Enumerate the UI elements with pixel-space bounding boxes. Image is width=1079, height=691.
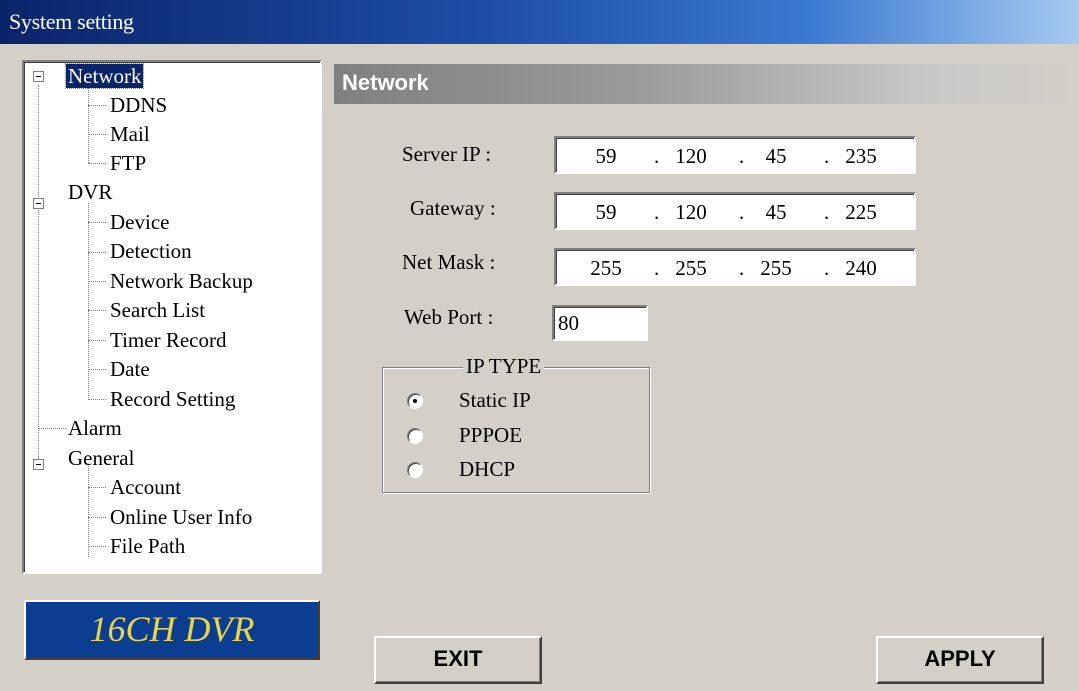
tree-line: [88, 464, 89, 557]
ip-octet[interactable]: 45: [746, 200, 806, 225]
ip-separator: .: [654, 200, 660, 224]
tree-item-ftp[interactable]: FTP: [110, 151, 146, 175]
ip-separator: .: [739, 256, 745, 280]
pppoe-label[interactable]: PPPOE: [459, 423, 522, 448]
ip-octet[interactable]: 120: [661, 200, 721, 225]
apply-button[interactable]: APPLY: [876, 636, 1044, 684]
tree-item-network-backup[interactable]: Network Backup: [110, 269, 253, 293]
section-title: Network: [342, 70, 429, 95]
tree-item-dvr[interactable]: DVR: [68, 180, 112, 204]
ip-separator: .: [824, 256, 830, 280]
tree-line: [88, 310, 106, 311]
web-port-input[interactable]: 80: [552, 305, 648, 341]
tree-item-search-list[interactable]: Search List: [110, 298, 205, 322]
collapse-icon[interactable]: [33, 459, 44, 470]
ip-octet[interactable]: 255: [576, 256, 636, 281]
ip-separator: .: [824, 144, 830, 168]
ip-separator: .: [654, 144, 660, 168]
web-port-label: Web Port :: [404, 305, 494, 329]
ip-octet[interactable]: 235: [831, 144, 891, 169]
tree-line: [88, 281, 106, 282]
ip-separator: .: [739, 144, 745, 168]
static-ip-label[interactable]: Static IP: [459, 388, 531, 413]
pppoe-radio[interactable]: [407, 428, 423, 444]
tree-line: [38, 428, 66, 429]
server-ip-field[interactable]: 59 . 120 . 45 . 235: [554, 136, 916, 174]
tree-line: [88, 86, 89, 163]
exit-button[interactable]: EXIT: [374, 636, 542, 684]
collapse-icon[interactable]: [33, 71, 44, 82]
ip-octet[interactable]: 120: [661, 144, 721, 169]
static-ip-radio[interactable]: [407, 393, 423, 409]
tree-line: [88, 222, 106, 223]
ip-octet[interactable]: 45: [746, 144, 806, 169]
ip-octet[interactable]: 59: [576, 144, 636, 169]
tree-line: [88, 487, 106, 488]
ip-type-legend: IP TYPE: [463, 354, 545, 379]
tree-item-record-setting[interactable]: Record Setting: [110, 387, 235, 411]
tree-item-mail[interactable]: Mail: [110, 122, 150, 146]
tree-line: [38, 85, 39, 469]
tree-item-file-path[interactable]: File Path: [110, 534, 185, 558]
tree-line: [88, 105, 106, 106]
tree-line: [88, 517, 106, 518]
ip-type-group: IP TYPE Static IP PPPOE DHCP: [382, 354, 650, 493]
tree-line: [88, 399, 106, 400]
tree-item-general[interactable]: General: [68, 446, 134, 470]
ip-octet[interactable]: 225: [831, 200, 891, 225]
tree-line: [88, 203, 89, 400]
tree-item-detection[interactable]: Detection: [110, 239, 192, 263]
ip-separator: .: [654, 256, 660, 280]
tree-item-timer-record[interactable]: Timer Record: [110, 328, 226, 352]
tree-line: [88, 134, 106, 135]
net-mask-label: Net Mask :: [402, 250, 496, 274]
tree-item-ddns[interactable]: DDNS: [110, 93, 167, 117]
tree-item-online-user-info[interactable]: Online User Info: [110, 505, 252, 529]
tree-item-account[interactable]: Account: [110, 475, 181, 499]
tree-line: [88, 252, 106, 253]
settings-tree[interactable]: Network DDNS Mail FTP DVR Device Detecti…: [22, 60, 322, 574]
section-header: Network: [334, 64, 1079, 104]
tree-line: [88, 546, 106, 547]
ip-separator: .: [824, 200, 830, 224]
window-title: System setting: [9, 9, 134, 34]
gateway-field[interactable]: 59 . 120 . 45 . 225: [554, 192, 916, 230]
title-bar: System setting: [0, 0, 1079, 44]
tree-line: [88, 163, 106, 164]
tree-line: [88, 369, 106, 370]
ip-octet[interactable]: 240: [831, 256, 891, 281]
dhcp-label[interactable]: DHCP: [459, 457, 515, 482]
ip-octet[interactable]: 255: [661, 256, 721, 281]
tree-item-date[interactable]: Date: [110, 357, 150, 381]
system-setting-window: System setting Network DDNS Mail FTP DVR…: [0, 0, 1079, 691]
tree-item-device[interactable]: Device: [110, 210, 169, 234]
ip-octet[interactable]: 255: [746, 256, 806, 281]
product-logo: 16CH DVR: [24, 600, 320, 660]
collapse-icon[interactable]: [33, 198, 44, 209]
server-ip-label: Server IP :: [402, 142, 492, 166]
tree-item-alarm[interactable]: Alarm: [68, 416, 122, 440]
tree-line: [88, 340, 106, 341]
ip-separator: .: [739, 200, 745, 224]
dhcp-radio[interactable]: [407, 462, 423, 478]
gateway-label: Gateway :: [410, 196, 496, 220]
tree-item-network[interactable]: Network: [64, 63, 145, 89]
net-mask-field[interactable]: 255 . 255 . 255 . 240: [554, 248, 916, 286]
ip-octet[interactable]: 59: [576, 200, 636, 225]
